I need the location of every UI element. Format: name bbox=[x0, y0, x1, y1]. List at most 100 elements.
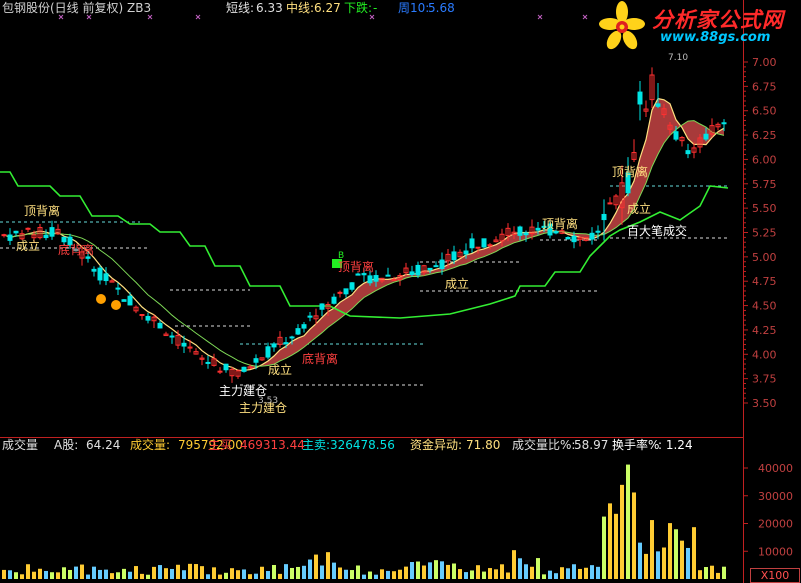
mid-value: 6.27 bbox=[314, 1, 341, 15]
volume-bar bbox=[32, 571, 36, 579]
volume-bar bbox=[128, 571, 132, 579]
candle-body bbox=[535, 227, 541, 231]
candle-body bbox=[451, 251, 457, 261]
volume-bar bbox=[452, 563, 456, 579]
volume-bar bbox=[674, 529, 678, 579]
big-deal-label: 百大笔成交 bbox=[627, 223, 687, 238]
candle-body bbox=[205, 361, 211, 364]
volume-bar bbox=[56, 572, 60, 579]
volume-panel-label: 成交量 bbox=[2, 438, 39, 452]
volume-multiplier[interactable]: X100 bbox=[750, 568, 800, 583]
candle-body bbox=[517, 226, 523, 236]
volume-bar bbox=[380, 569, 384, 579]
volume-bar bbox=[506, 572, 510, 579]
volume-bar bbox=[350, 570, 354, 579]
volume-bar bbox=[194, 564, 198, 579]
candle-body bbox=[571, 235, 577, 243]
volume-bar bbox=[230, 568, 234, 579]
a-share-label: A股: bbox=[54, 438, 79, 452]
established-label: 成立 bbox=[16, 238, 40, 253]
candle-body bbox=[307, 315, 313, 318]
volume-bar bbox=[176, 564, 180, 579]
a-share-value: 64.24 bbox=[86, 438, 121, 452]
volume-bar bbox=[338, 567, 342, 579]
volume-bar bbox=[158, 565, 162, 579]
candle-body bbox=[49, 227, 55, 237]
chart-stage: 7.00 6.75 6.50 6.25 6.00 5.75 5.50 5.25 5.00 4.75… bbox=[0, 0, 793, 583]
top-divergence-label: 顶背离 bbox=[338, 259, 374, 274]
flow-value: 71.80 bbox=[466, 438, 501, 452]
candle-body bbox=[271, 343, 277, 348]
price-tick-label: 4.50 bbox=[752, 300, 777, 313]
volume-bar bbox=[308, 559, 312, 579]
volume-bar bbox=[290, 567, 294, 579]
sell-value: 326478.56 bbox=[330, 438, 395, 452]
volume-bar bbox=[692, 527, 696, 579]
established-label: 成立 bbox=[627, 201, 651, 216]
candle-body bbox=[61, 236, 67, 243]
volume-bar bbox=[620, 484, 624, 579]
candle-body bbox=[241, 366, 247, 372]
volume-bar bbox=[356, 565, 360, 579]
volume-bar bbox=[554, 573, 558, 579]
price-tick-label: 6.50 bbox=[752, 105, 777, 118]
price-tick-label: 3.75 bbox=[752, 373, 777, 386]
volume-bar bbox=[284, 564, 288, 579]
candle-body bbox=[433, 265, 439, 268]
signal-dot bbox=[111, 300, 121, 310]
week-value: 5.68 bbox=[428, 1, 455, 15]
candle-body bbox=[97, 267, 103, 281]
volume-bar bbox=[146, 574, 150, 579]
volume-bar bbox=[368, 571, 372, 579]
turnover-value: : 1.24 bbox=[658, 438, 693, 452]
flow-label: 资金异动: bbox=[410, 438, 463, 452]
logo-url: www.88gs.com bbox=[660, 30, 771, 45]
volume-bar bbox=[386, 570, 390, 579]
volume-bar bbox=[260, 566, 264, 579]
candle-body bbox=[349, 282, 355, 290]
volume-bar bbox=[632, 492, 636, 579]
candle-body bbox=[427, 267, 433, 271]
volume-bar bbox=[614, 513, 618, 579]
top-divergence-label: 顶背离 bbox=[612, 164, 648, 179]
volume-bar bbox=[500, 564, 504, 579]
site-logo: 分析家公式网 www.88gs.com bbox=[596, 0, 801, 52]
price-tick-label: 4.75 bbox=[752, 275, 777, 288]
trend-label: 下跌: bbox=[344, 1, 373, 15]
price-tick-label: 5.50 bbox=[752, 202, 777, 215]
candle-body bbox=[655, 103, 661, 107]
ma-long-line bbox=[3, 120, 725, 367]
volume-bar bbox=[140, 573, 144, 579]
volume-bar bbox=[134, 566, 138, 579]
volume-bar bbox=[50, 572, 54, 579]
candle-body bbox=[373, 275, 379, 282]
candle-body bbox=[673, 131, 679, 140]
candle-body bbox=[391, 278, 397, 281]
volume-bar bbox=[200, 566, 204, 579]
volume-bar bbox=[302, 565, 306, 579]
candle-body bbox=[289, 336, 295, 339]
volume-bar bbox=[362, 574, 366, 579]
volume-bar bbox=[392, 571, 396, 579]
candle-body bbox=[157, 322, 163, 329]
short-label: 短线: bbox=[226, 1, 255, 15]
volume-bar bbox=[62, 567, 66, 579]
volume-bar bbox=[8, 570, 12, 579]
volume-bar bbox=[332, 562, 336, 579]
volume-tick-label: 40000 bbox=[758, 462, 793, 475]
low-price-label: 3.53 bbox=[258, 396, 278, 406]
candle-body bbox=[523, 232, 529, 236]
volume-bar bbox=[530, 566, 534, 579]
candle-body bbox=[115, 287, 121, 290]
volume-bar bbox=[266, 571, 270, 579]
volume-bar bbox=[224, 572, 228, 579]
flower-logo-icon bbox=[599, 1, 645, 50]
volume-bar bbox=[572, 564, 576, 579]
volume-bar bbox=[20, 574, 24, 579]
volume-bar bbox=[182, 570, 186, 579]
volume-bar bbox=[722, 566, 726, 579]
volume-bars bbox=[2, 464, 726, 579]
price-tick-label: 6.00 bbox=[752, 153, 777, 166]
buy-value: 469313.44 bbox=[240, 438, 305, 452]
volume-bar bbox=[272, 564, 276, 579]
